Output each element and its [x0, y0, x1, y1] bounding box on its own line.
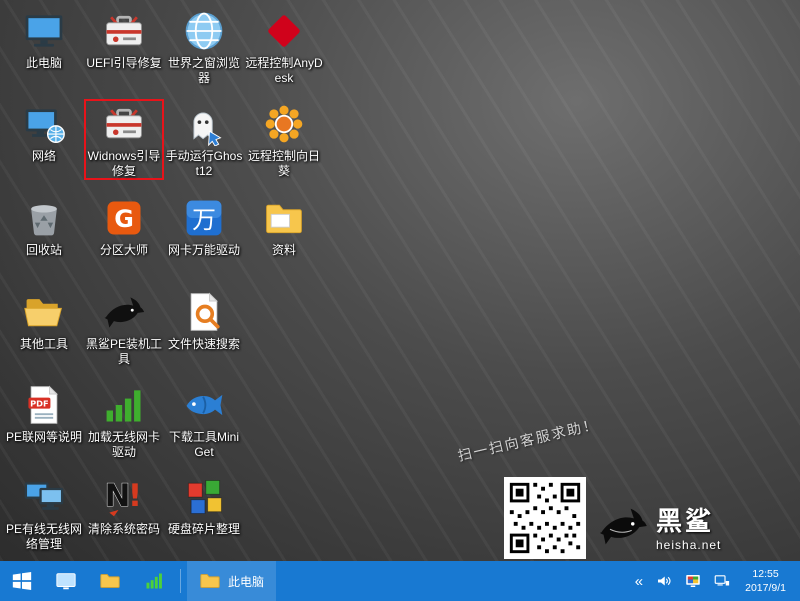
toolbox-icon — [101, 101, 147, 147]
taskbar-divider — [180, 569, 181, 593]
icon-label: 文件快速搜索 — [168, 337, 240, 352]
toolbox-icon — [101, 8, 147, 54]
volume-button[interactable] — [654, 567, 674, 595]
taskbar: 此电脑 « 12:55 2017/9/1 — [0, 561, 800, 601]
heisha-brand-logo: 黑鲨 heisha.net — [594, 500, 721, 552]
icon-label: 远程控制向日葵 — [245, 149, 323, 178]
desktop-icon-wireless-driver-loader[interactable]: 加载无线网卡驱动 — [84, 380, 164, 461]
desktop-icon-pe-network-manager[interactable]: PE有线无线网络管理 — [4, 472, 84, 553]
display-color-icon — [684, 572, 702, 590]
ghost-icon — [181, 101, 227, 147]
icon-label: 网卡万能驱动 — [168, 243, 240, 258]
windows-logo-icon — [11, 570, 33, 592]
red-diamond-icon — [261, 8, 307, 54]
system-tray: « 12:55 2017/9/1 — [633, 561, 800, 601]
desktop-icon-pe-network-guide[interactable]: PDF PE联网等说明 — [4, 380, 84, 447]
network-signal-button[interactable] — [132, 561, 176, 601]
desktop-icon-disk-defrag[interactable]: 硬盘碎片整理 — [164, 472, 244, 539]
icon-label: 黑鲨PE装机工具 — [85, 337, 163, 366]
support-qr-code — [504, 477, 586, 559]
tray-expand-icon[interactable]: « — [633, 574, 645, 589]
icon-label: 其他工具 — [20, 337, 68, 352]
svg-text:万: 万 — [192, 206, 216, 234]
folder-icon — [199, 570, 221, 592]
desktop-icon-world-window-browser[interactable]: 世界之窗浏览器 — [164, 6, 244, 87]
icon-label: 分区大师 — [100, 243, 148, 258]
globe-icon — [181, 8, 227, 54]
desktop-icon-clear-system-password[interactable]: N! 清除系统密码 — [84, 472, 164, 539]
dual-monitor-icon — [21, 474, 67, 520]
show-desktop-button[interactable] — [44, 561, 88, 601]
taskbar-clock[interactable]: 12:55 2017/9/1 — [741, 567, 790, 595]
icon-label: Widnows引导修复 — [86, 149, 162, 178]
folder-icon — [99, 570, 121, 592]
folder-icon — [261, 195, 307, 241]
icon-label: PE有线无线网络管理 — [5, 522, 83, 551]
fish-icon — [181, 382, 227, 428]
desktop-icon-miniget-downloader[interactable]: 下载工具MiniGet — [164, 380, 244, 461]
defrag-blocks-icon — [181, 474, 227, 520]
network-monitor-icon — [713, 572, 731, 590]
network-status-button[interactable] — [712, 567, 732, 595]
signal-bars-icon — [144, 571, 164, 591]
desktop-icon-heisha-pe-installer[interactable]: 黑鲨PE装机工具 — [84, 287, 164, 368]
display-settings-button[interactable] — [683, 567, 703, 595]
start-button[interactable] — [0, 561, 44, 601]
wan-driver-icon: 万 — [181, 195, 227, 241]
desktop-icon-ghost12[interactable]: 手动运行Ghost12 — [164, 99, 244, 180]
desktop-icon-data-folder[interactable]: 资料 — [244, 193, 324, 260]
icon-label: 下载工具MiniGet — [165, 430, 243, 459]
svg-text:PDF: PDF — [30, 398, 49, 408]
clock-date: 2017/9/1 — [745, 581, 786, 595]
desktop-icon-other-tools[interactable]: 其他工具 — [4, 287, 84, 354]
svg-text:N: N — [105, 478, 131, 514]
desktop-icon-recycle-bin[interactable]: 回收站 — [4, 193, 84, 260]
desktop-icon-anydesk-remote[interactable]: 远程控制AnyDesk — [244, 6, 324, 87]
desktop-icon-nic-universal-driver[interactable]: 万 网卡万能驱动 — [164, 193, 244, 260]
recycle-bin-icon — [21, 195, 67, 241]
icon-label: UEFI引导修复 — [86, 56, 161, 71]
computer-icon — [21, 8, 67, 54]
desktop-icon-file-quick-search[interactable]: 文件快速搜索 — [164, 287, 244, 354]
icon-label: 网络 — [32, 149, 56, 164]
svg-text:!: ! — [128, 478, 142, 514]
desktop-wallpaper: 此电脑 UEFI引导修复 世界之窗浏览器 远程控制AnyDesk 网络 Widn… — [0, 0, 800, 561]
shark-icon — [101, 289, 147, 335]
desktop-window-icon — [55, 570, 77, 592]
desktop-icon-partition-master[interactable]: G 分区大师 — [84, 193, 164, 260]
brand-site: heisha.net — [656, 538, 721, 552]
desktop-icon-uefi-boot-repair[interactable]: UEFI引导修复 — [84, 6, 164, 73]
clock-time: 12:55 — [745, 567, 786, 581]
signal-bars-icon — [101, 382, 147, 428]
network-icon — [21, 101, 67, 147]
icon-label: 加载无线网卡驱动 — [85, 430, 163, 459]
desktop-icon-network[interactable]: 网络 — [4, 99, 84, 166]
desktop-icon-windows-boot-repair[interactable]: Widnows引导修复 — [84, 99, 164, 180]
task-button-this-pc[interactable]: 此电脑 — [187, 561, 276, 601]
speaker-icon — [655, 572, 673, 590]
icon-label: PE联网等说明 — [6, 430, 82, 445]
sunflower-icon — [261, 101, 307, 147]
brand-name: 黑鲨 — [656, 501, 714, 538]
icon-label: 资料 — [272, 243, 296, 258]
file-explorer-button[interactable] — [88, 561, 132, 601]
icon-label: 硬盘碎片整理 — [168, 522, 240, 537]
pdf-document-icon: PDF — [21, 382, 67, 428]
desktop-icon-sunflower-remote[interactable]: 远程控制向日葵 — [244, 99, 324, 180]
partition-master-icon: G — [101, 195, 147, 241]
icon-label: 回收站 — [26, 243, 62, 258]
svg-text:G: G — [114, 205, 134, 233]
icon-label: 世界之窗浏览器 — [165, 56, 243, 85]
icon-label: 清除系统密码 — [88, 522, 160, 537]
task-button-label: 此电脑 — [228, 573, 264, 590]
open-folder-icon — [21, 289, 67, 335]
file-search-icon — [181, 289, 227, 335]
scan-help-slogan: 扫一扫向客服求助！ — [456, 404, 646, 466]
shark-logo-icon — [594, 500, 652, 552]
password-icon: N! — [101, 474, 147, 520]
icon-label: 此电脑 — [26, 56, 62, 71]
desktop-icon-this-pc[interactable]: 此电脑 — [4, 6, 84, 73]
icon-label: 手动运行Ghost12 — [165, 149, 243, 178]
icon-label: 远程控制AnyDesk — [245, 56, 323, 85]
